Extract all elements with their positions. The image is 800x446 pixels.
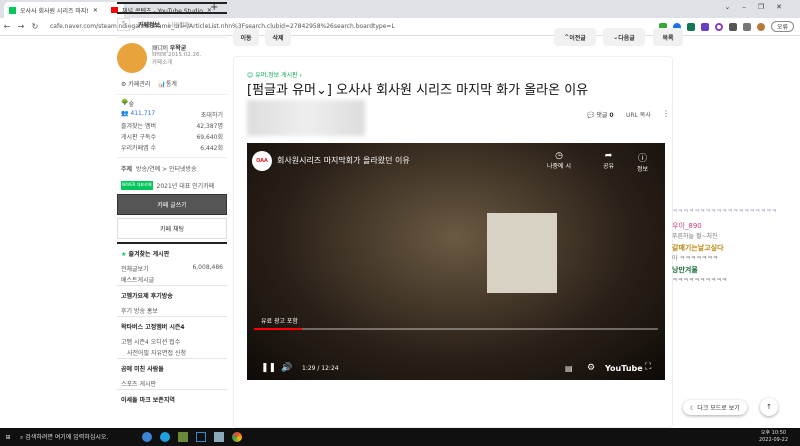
paid-promotion-label: 유료 광고 포함	[261, 318, 298, 325]
delete-button[interactable]: 삭제	[265, 28, 291, 46]
cafe-favicon-icon	[9, 6, 16, 14]
extension-icon[interactable]	[728, 22, 737, 31]
chat-message: 낭만겨울 ㅋㅋㅋㅋㅋㅋㅋㅋㅋㅋ	[672, 266, 728, 284]
board-link[interactable]: 사전어필 자유면접 신청	[127, 348, 186, 357]
forward-icon[interactable]: →	[14, 22, 28, 31]
app-icon[interactable]	[214, 432, 224, 442]
progress-fill	[254, 328, 303, 330]
avatar[interactable]	[756, 22, 765, 31]
chrome-icon[interactable]	[232, 432, 242, 442]
cafe-chat-button[interactable]: 카페 채팅	[117, 218, 227, 239]
board-link[interactable]: 후기 방송 홍보	[121, 306, 158, 315]
chat-message: 갈매기는날고싶다 아 ㅋㅋㅋㅋㅋㅋㅋ	[672, 244, 724, 262]
cafe-write-button[interactable]: 카페 글쓰기	[117, 194, 227, 215]
all-posts-link[interactable]: 전체글보기	[121, 264, 149, 273]
cafe-level: 숲	[128, 101, 135, 108]
close-tab-icon[interactable]: ✕	[93, 7, 98, 14]
best-posts-link[interactable]: 베스트게시글	[121, 275, 154, 284]
stats-link[interactable]: 📊통계	[158, 79, 177, 88]
pause-icon[interactable]: ❚❚	[261, 363, 276, 373]
volume-icon[interactable]: 🔊	[281, 363, 292, 373]
taskbar: ⊞ ⌕ 검색하려면 여기에 입력하십시오. 오후 10:50 2022-09-22	[0, 428, 800, 446]
cafe-intro-link[interactable]: 카페소개	[152, 58, 201, 66]
clock[interactable]: 오후 10:50 2022-09-22	[759, 430, 788, 444]
member-count: 👥 411,717	[121, 110, 156, 117]
chat-overlay: ㅋㅋㅋㅋㅋㅋㅋㅋㅋㅋㅋㅋㅋㅋㅋㅋㅋㅋㅋ 우이_890 푸른하늘 펄~처진 갈매기는…	[668, 200, 800, 360]
cafe-sidebar: ★ 카페정보 나의활동 매니저 우왁굳 since 2015.02.26. 카페소개 …	[117, 2, 227, 428]
author-info-blurred	[247, 100, 365, 136]
window-controls[interactable]: ⌄–❐✕	[724, 3, 794, 11]
extension-icon[interactable]	[700, 22, 709, 31]
puzzle-icon[interactable]	[742, 22, 751, 31]
clock-icon: ◷	[555, 151, 563, 161]
next-post-button[interactable]: ⌄ 다음글	[603, 28, 645, 46]
favorite-boards-header[interactable]: ★ 즐겨찾는 게시판	[117, 242, 227, 263]
video-scene	[487, 213, 557, 293]
scroll-top-button[interactable]: ↑	[760, 398, 778, 416]
taskbar-search[interactable]: ⌕ 검색하려면 여기에 입력하십시오.	[16, 432, 134, 442]
topic-link[interactable]: 방송/연예 > 인터넷방송	[136, 164, 197, 173]
settings-icon[interactable]: ⚙	[587, 363, 595, 373]
cafe-logo	[117, 43, 147, 73]
youtube-player[interactable]: OAA 회사원시리즈 마지막회가 올라왔던 이유 ◷ 나중에 시 ➦ 공유 ⓘ 정보 …	[247, 143, 665, 380]
back-icon[interactable]: ←	[0, 22, 14, 31]
time-display: 1:29 / 12:24	[302, 365, 339, 372]
watch-later-button[interactable]: ◷ 나중에 시	[547, 151, 571, 170]
progress-bar[interactable]	[254, 328, 658, 330]
level-icon: 🌳	[121, 99, 129, 106]
move-button[interactable]: 이동	[233, 28, 259, 46]
prev-post-button[interactable]: ^ 이전글	[554, 28, 596, 46]
channel-avatar[interactable]: OAA	[252, 151, 272, 171]
chat-message: 우이_890 푸른하늘 펄~처진	[672, 222, 718, 240]
profile-button[interactable]: 오류	[770, 21, 794, 32]
info-button[interactable]: ⓘ 정보	[637, 151, 648, 173]
board-link[interactable]: 스포츠 게시판	[121, 379, 156, 388]
article-title: [펌글과 유머⌄] 오사사 회사원 시리즈 마지막 화가 올라온 이유	[247, 83, 589, 98]
board-link[interactable]: 고멤 시즌4 오디션 접수	[121, 337, 180, 346]
video-title[interactable]: 회사원시리즈 마지막회가 올라왔던 이유	[277, 155, 410, 166]
tab-my-activity[interactable]: 나의활동	[168, 20, 190, 29]
star-icon[interactable]: ★	[117, 18, 130, 31]
comment-link[interactable]: 💬 댓글 0	[587, 110, 614, 119]
url-copy-button[interactable]: URL 복사	[626, 110, 651, 119]
cafe-manage-link[interactable]: ⚙ 카페관리	[121, 79, 150, 88]
app-icon[interactable]	[196, 432, 206, 442]
tab-cafe-info[interactable]: 카페정보	[138, 20, 160, 29]
extension-icon[interactable]	[686, 22, 695, 31]
extension-icon[interactable]	[714, 22, 723, 31]
fullscreen-icon[interactable]: ⛶	[645, 362, 651, 372]
more-icon[interactable]: ⋮	[662, 109, 670, 118]
youtube-logo[interactable]: YouTube	[605, 364, 643, 373]
chat-message: ㅋㅋㅋㅋㅋㅋㅋㅋㅋㅋㅋㅋㅋㅋㅋㅋㅋㅋㅋ	[672, 208, 777, 215]
board-link[interactable]: 😊 유머,정보 게시판 ›	[247, 70, 302, 79]
subtitles-icon[interactable]: ▤	[565, 364, 573, 373]
naver-badge: NAVER 대표카페	[121, 181, 153, 190]
share-button[interactable]: ➦ 공유	[603, 151, 614, 170]
list-button[interactable]: 목록	[653, 28, 683, 46]
info-icon: ⓘ	[638, 154, 648, 164]
share-icon: ➦	[604, 151, 613, 161]
reload-icon[interactable]: ↻	[28, 22, 42, 31]
widget-icon[interactable]	[142, 432, 152, 442]
invite-link[interactable]: 초대하기	[201, 110, 223, 119]
windows-start-icon[interactable]: ⊞	[0, 434, 16, 441]
manager-name[interactable]: 우왁굳	[170, 45, 187, 52]
dark-mode-button[interactable]: ☾ 다크 모드로 보기	[683, 400, 747, 415]
minecraft-icon[interactable]	[178, 432, 188, 442]
edge-icon[interactable]	[160, 432, 170, 442]
